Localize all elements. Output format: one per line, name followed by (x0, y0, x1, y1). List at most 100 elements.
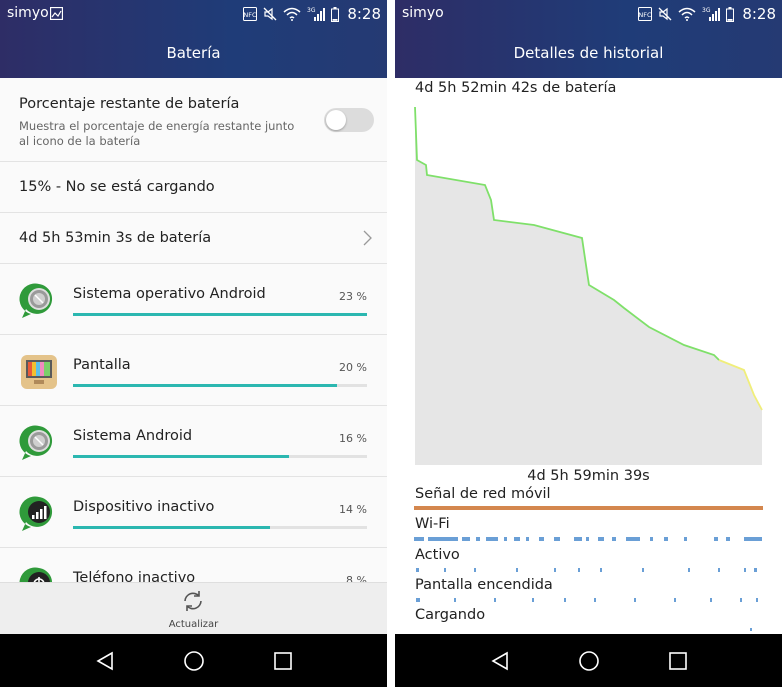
charge-status-row: 15% - No se está cargando (0, 162, 387, 213)
toggle-knob (326, 110, 346, 130)
android-os-icon (19, 283, 53, 318)
app-percent: 8 % (346, 574, 367, 582)
battery-percentage-title: Porcentaje restante de batería (19, 96, 240, 112)
track-label-signal: Señal de red móvil (415, 486, 551, 502)
network-type: 3G (702, 7, 711, 14)
home-button[interactable] (574, 646, 604, 676)
navigation-bar (395, 634, 782, 687)
wifi-icon (678, 7, 696, 21)
mute-icon (658, 7, 672, 21)
app-usage-item[interactable]: Sistema Android 16 % (0, 406, 387, 477)
page-title: Detalles de historial (395, 28, 782, 78)
refresh-icon (184, 591, 202, 611)
android-system-icon (19, 425, 53, 460)
app-name: Teléfono inactivo (73, 570, 196, 582)
battery-screen: simyo NFC 3G 8:28 Batería Porcentaje res… (0, 0, 387, 687)
battery-percentage-toggle[interactable] (324, 108, 374, 132)
status-bar: simyo NFC 3G 8:28 (0, 0, 387, 28)
graph-area (415, 107, 762, 465)
charging-mark (750, 628, 752, 631)
charge-status-text: 15% - No se está cargando (19, 179, 215, 195)
refresh-button[interactable]: Actualizar (0, 582, 387, 634)
clock: 8:28 (347, 5, 381, 23)
recents-icon (668, 651, 687, 670)
back-icon (490, 651, 508, 670)
status-icons: NFC 3G 8:28 (243, 3, 381, 25)
recents-button[interactable] (663, 646, 693, 676)
cell-signal-icon: 3G (702, 6, 721, 22)
svg-text:NFC: NFC (639, 11, 653, 19)
clock: 8:28 (742, 5, 776, 23)
history-details-screen: simyo NFC 3G 8:28 Detalles de historial … (395, 0, 782, 687)
app-usage-item[interactable]: Teléfono inactivo 8 % (0, 548, 387, 582)
battery-remaining-text: 4d 5h 53min 3s de batería (19, 230, 212, 246)
chevron-right-icon (363, 230, 372, 246)
signal-track (414, 506, 763, 510)
battery-history-row[interactable]: 4d 5h 53min 3s de batería (0, 213, 387, 264)
cell-signal-icon: 3G (307, 6, 326, 22)
usage-bar (73, 313, 367, 316)
battery-icon (726, 6, 735, 22)
carrier-name: simyo (7, 5, 49, 21)
mute-icon (263, 7, 277, 21)
recents-button[interactable] (268, 646, 298, 676)
app-name: Sistema Android (73, 428, 193, 444)
usage-bar (73, 384, 367, 387)
back-icon (95, 651, 113, 670)
usage-bar (73, 455, 367, 458)
usage-bar-fill (73, 526, 271, 529)
app-percent: 14 % (339, 503, 367, 516)
signal-bar (414, 506, 763, 510)
carrier-name: simyo (402, 5, 444, 21)
back-button[interactable] (90, 646, 120, 676)
image-notification-icon (50, 7, 63, 20)
back-button[interactable] (485, 646, 515, 676)
app-usage-item[interactable]: Sistema operativo Android 23 % (0, 264, 387, 335)
page-title: Batería (0, 28, 387, 78)
app-percent: 20 % (339, 361, 367, 374)
status-icons: NFC 3G 8:28 (638, 3, 776, 25)
recents-icon (273, 651, 292, 670)
idle-device-icon (19, 496, 53, 531)
app-usage-item[interactable]: Pantalla 20 % (0, 335, 387, 406)
phone-idle-icon (19, 567, 52, 582)
home-icon (183, 650, 204, 671)
screen-icon (21, 355, 57, 389)
app-usage-list: Sistema operativo Android 23 % Pantalla … (0, 264, 387, 582)
app-name: Sistema operativo Android (73, 286, 266, 302)
network-type: 3G (307, 7, 316, 14)
status-bar: simyo NFC 3G 8:28 (395, 0, 782, 28)
usage-bar (73, 526, 367, 529)
nfc-icon: NFC (638, 7, 653, 21)
app-usage-item[interactable]: Dispositivo inactivo 14 % (0, 477, 387, 548)
track-label-charging: Cargando (415, 607, 486, 623)
track-label-active: Activo (415, 547, 460, 563)
history-detail: 4d 5h 52min 42s de batería 4d 5h 59min 3… (395, 78, 782, 634)
usage-bar-fill (73, 455, 290, 458)
app-name: Pantalla (73, 357, 131, 373)
refresh-label: Actualizar (168, 619, 219, 630)
elapsed-time: 4d 5h 59min 39s (527, 468, 650, 484)
track-label-screen: Pantalla encendida (415, 577, 553, 593)
app-name: Dispositivo inactivo (73, 499, 215, 515)
battery-level-graph (414, 106, 763, 465)
app-percent: 23 % (339, 290, 367, 303)
battery-icon (331, 6, 340, 22)
usage-bar-fill (73, 384, 337, 387)
usage-bar-fill (73, 313, 367, 316)
navigation-bar (0, 634, 387, 687)
home-icon (578, 650, 599, 671)
nfc-icon: NFC (243, 7, 258, 21)
battery-settings-list[interactable]: Porcentaje restante de batería Muestra e… (0, 78, 387, 582)
wifi-icon (283, 7, 301, 21)
wifi-track (414, 537, 762, 541)
track-label-wifi: Wi-Fi (415, 516, 450, 532)
screen-track (416, 598, 758, 602)
svg-text:NFC: NFC (244, 11, 258, 19)
active-track (416, 568, 757, 572)
battery-percentage-row[interactable]: Porcentaje restante de batería Muestra e… (0, 78, 387, 162)
battery-total-time: 4d 5h 52min 42s de batería (415, 80, 617, 96)
battery-percentage-subtitle: Muestra el porcentaje de energía restant… (19, 119, 295, 148)
home-button[interactable] (179, 646, 209, 676)
app-percent: 16 % (339, 432, 367, 445)
